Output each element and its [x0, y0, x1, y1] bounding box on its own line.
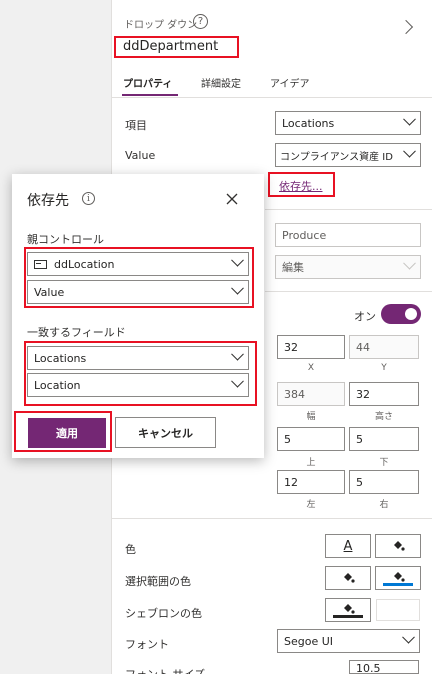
items-value: Locations [282, 116, 335, 130]
match-field-dropdown[interactable]: Location [27, 373, 249, 397]
tabs-divider [112, 97, 432, 98]
section-divider [112, 518, 432, 519]
chevron-color-label: シェブロンの色 [125, 607, 202, 620]
parent-field-dropdown[interactable]: Value [27, 280, 249, 304]
chevron-down-icon [231, 253, 244, 267]
active-tab-indicator [122, 94, 178, 96]
font-size-value: 10.5 [356, 662, 381, 674]
selection-fill-color-button[interactable] [375, 566, 421, 590]
tab-ideas[interactable]: アイデア [270, 75, 310, 90]
chevron-down-icon [403, 112, 416, 126]
parent-field-value: Value [34, 285, 65, 299]
paint-bucket-icon [344, 573, 355, 583]
y-value: 44 [356, 340, 370, 354]
y-caption: Y [381, 363, 387, 373]
selection-color-label: 選択範囲の色 [125, 575, 191, 588]
chevron-color-swatch [333, 614, 363, 618]
section-divider [265, 291, 432, 292]
edit-placeholder: 編集 [282, 261, 304, 274]
control-name[interactable]: ddDepartment [123, 39, 218, 54]
chevron-fill-color-button[interactable] [325, 598, 371, 622]
match-table-dropdown[interactable]: Locations [27, 346, 249, 370]
font-size-label: フォント サイズ [125, 666, 205, 674]
tab-properties[interactable]: プロパティ [123, 75, 172, 90]
x-caption: X [307, 363, 315, 373]
color-label: 色 [125, 543, 136, 556]
padding-left-caption: 左 [306, 500, 316, 510]
paint-bucket-icon [394, 541, 405, 551]
height-value: 32 [356, 387, 370, 401]
match-table-value: Locations [34, 351, 87, 365]
edit-dropdown: 編集 [275, 255, 421, 279]
dialog-title: 依存先 [27, 193, 69, 209]
chevron-down-icon [231, 374, 244, 388]
items-label: 項目 [125, 119, 147, 132]
paint-bucket-icon [344, 603, 355, 614]
paint-bucket-icon [394, 571, 405, 582]
chevron-down-icon [231, 281, 244, 295]
width-value: 384 [284, 387, 305, 401]
padding-right-caption: 右 [379, 500, 389, 510]
default-value: Produce [282, 228, 327, 242]
cancel-button[interactable]: キャンセル [115, 417, 216, 448]
chevron-background-color-button[interactable] [376, 599, 420, 621]
padding-top-caption: 上 [306, 458, 316, 468]
fill-color-button[interactable] [375, 534, 421, 558]
section-divider [265, 209, 432, 210]
chevron-down-icon [231, 347, 244, 361]
chevron-down-icon [403, 144, 416, 158]
depends-on-link[interactable]: 依存先... [279, 178, 323, 194]
value-label: Value [125, 149, 156, 162]
padding-top-value: 5 [284, 432, 291, 446]
dropdown-control-icon [34, 259, 47, 269]
chevron-down-icon [402, 630, 415, 644]
tab-advanced[interactable]: 詳細設定 [201, 75, 241, 90]
padding-right-value: 5 [356, 475, 363, 489]
height-field[interactable]: 32 [349, 382, 419, 406]
toggle-label: オン [354, 310, 376, 323]
visible-toggle[interactable] [381, 304, 421, 324]
y-field[interactable]: 44 [349, 335, 419, 359]
control-type-label: ドロップ ダウン [124, 20, 198, 31]
toggle-thumb [405, 308, 417, 320]
padding-bottom-field[interactable]: 5 [349, 427, 419, 451]
padding-left-field[interactable]: 12 [277, 470, 345, 494]
value-dropdown[interactable]: コンプライアンス資産 ID [275, 143, 421, 167]
height-caption: 高さ [374, 412, 393, 422]
parent-control-label: 親コントロール [27, 233, 104, 246]
value-value: コンプライアンス資産 ID [280, 151, 393, 163]
close-icon[interactable] [226, 193, 238, 205]
help-icon[interactable]: ? [193, 14, 208, 29]
font-label: フォント [125, 638, 169, 651]
padding-left-value: 12 [284, 475, 298, 489]
info-icon[interactable]: i [82, 192, 95, 205]
font-dropdown[interactable]: Segoe UI [277, 629, 420, 653]
apply-button[interactable]: 適用 [28, 418, 106, 448]
selection-text-color-button[interactable] [325, 566, 371, 590]
x-value: 32 [284, 340, 298, 354]
width-field[interactable]: 384 [277, 382, 345, 406]
width-caption: 幅 [306, 412, 316, 422]
match-field-value: Location [34, 378, 81, 392]
parent-control-value: ddLocation [54, 257, 115, 271]
x-field[interactable]: 32 [277, 335, 345, 359]
match-field-label: 一致するフィールド [27, 326, 126, 339]
chevron-down-icon [403, 256, 416, 270]
padding-bottom-value: 5 [356, 432, 363, 446]
font-value: Segoe UI [284, 634, 334, 648]
padding-bottom-caption: 下 [379, 458, 389, 468]
items-dropdown[interactable]: Locations [275, 111, 421, 135]
text-color-button[interactable]: A [325, 534, 371, 558]
text-color-icon: A [343, 538, 353, 554]
font-size-field[interactable]: 10.5 [349, 660, 419, 674]
parent-control-dropdown[interactable]: ddLocation [27, 252, 249, 276]
padding-right-field[interactable]: 5 [349, 470, 419, 494]
default-field[interactable]: Produce [275, 223, 421, 247]
selection-color-swatch [383, 582, 413, 586]
padding-top-field[interactable]: 5 [277, 427, 345, 451]
